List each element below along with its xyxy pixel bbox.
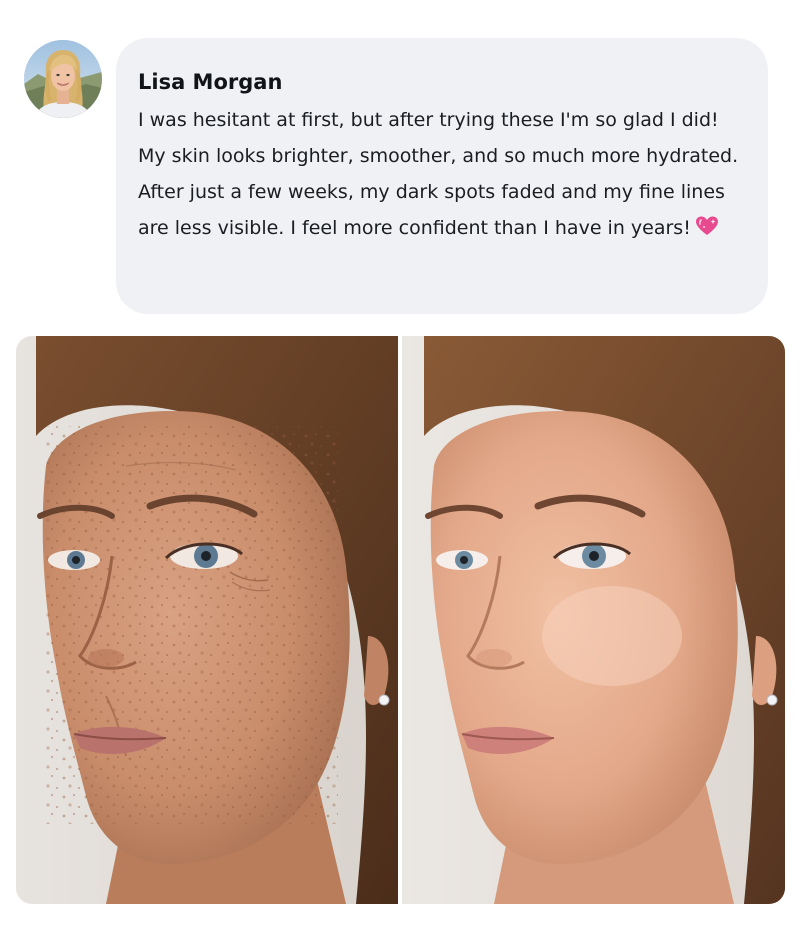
comment-bubble: Lisa Morgan I was hesitant at first, but…	[116, 38, 768, 314]
before-photo[interactable]	[16, 336, 398, 904]
avatar-photo	[24, 40, 102, 118]
before-face-image	[16, 336, 398, 904]
sparkling-heart-icon	[695, 216, 718, 235]
after-photo[interactable]	[402, 336, 785, 904]
comment-text: I was hesitant at first, but after tryin…	[138, 102, 750, 246]
after-face-image	[402, 336, 785, 904]
avatar[interactable]	[24, 40, 102, 118]
comment-body: I was hesitant at first, but after tryin…	[138, 109, 739, 239]
author-name[interactable]: Lisa Morgan	[138, 68, 748, 96]
